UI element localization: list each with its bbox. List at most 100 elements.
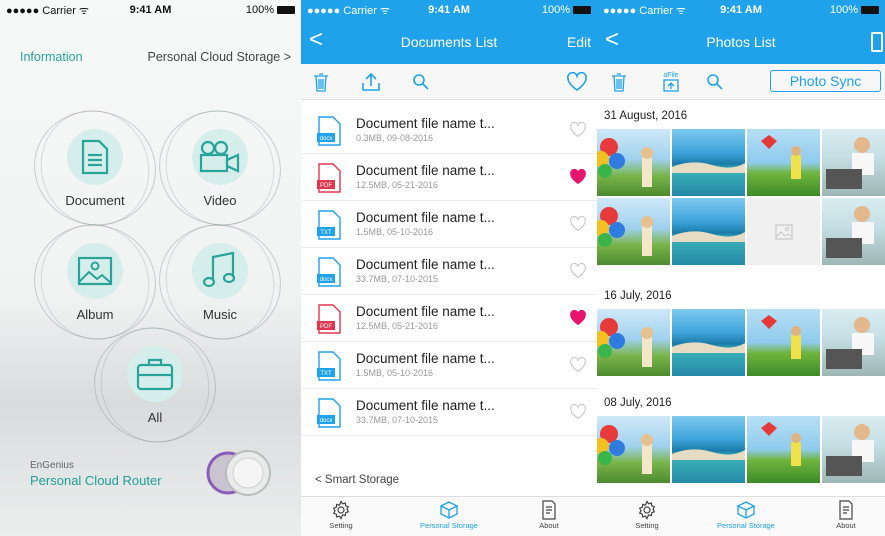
trash-icon[interactable] <box>607 70 631 94</box>
favorite-heart-icon[interactable] <box>569 310 587 326</box>
photo-thumbnail[interactable] <box>822 416 885 483</box>
file-type-icon: TXT <box>317 210 341 240</box>
document-row[interactable]: docx Document file name t... 33.7MB, 07-10… <box>301 389 597 436</box>
home-screen: ●●●●● Carrier ᯤ 9:41 AM 100% Information… <box>0 0 301 536</box>
photo-thumbnail[interactable] <box>747 129 820 196</box>
photo-thumbnail[interactable] <box>672 416 745 483</box>
document-meta: 12.5MB, 05-21-2016 <box>356 180 439 190</box>
photo-thumbnail[interactable] <box>597 129 670 196</box>
personal-cloud-storage-link[interactable]: Personal Cloud Storage > <box>148 50 292 64</box>
document-name: Document file name t... <box>356 116 495 131</box>
favorite-heart-icon[interactable] <box>569 263 587 279</box>
battery-percent: 100% <box>829 4 858 16</box>
status-bar: ●●●●● Carrier ᯤ 9:41 AM 100% <box>597 0 885 20</box>
battery-icon <box>277 6 295 14</box>
tab-label: About <box>836 521 856 530</box>
carrier-label: ●●●●● Carrier ᯤ <box>6 4 89 17</box>
tab-setting[interactable]: Setting <box>612 500 682 530</box>
gear-icon <box>638 500 656 520</box>
tile-document[interactable]: Document <box>21 94 169 242</box>
document-row[interactable]: docx Document file name t... 0.3MB, 09-08-… <box>301 107 597 154</box>
document-meta: 33.7MB, 07-10-2015 <box>356 274 439 284</box>
document-name: Document file name t... <box>356 163 495 178</box>
device-icon[interactable] <box>871 32 883 52</box>
photo-sync-button[interactable]: Photo Sync <box>770 70 881 92</box>
page-title: Documents List <box>400 34 498 50</box>
tab-personal-storage[interactable]: Personal Storage <box>711 500 781 530</box>
tile-all[interactable]: All <box>81 311 229 459</box>
tab-about[interactable]: About <box>811 500 881 530</box>
document-name: Document file name t... <box>356 210 495 225</box>
photo-thumbnail[interactable] <box>822 198 885 265</box>
photo-thumbnail[interactable] <box>672 309 745 376</box>
tile-album[interactable]: Album <box>21 208 169 356</box>
photo-thumbnail[interactable] <box>672 198 745 265</box>
status-bar: ●●●●● Carrier ᯤ 9:41 AM 100% <box>0 0 301 20</box>
photo-thumbnail[interactable] <box>597 198 670 265</box>
date-header: 16 July, 2016 <box>604 290 672 302</box>
smart-storage-link[interactable]: < Smart Storage <box>315 474 399 486</box>
date-header: 31 August, 2016 <box>604 110 688 122</box>
document-meta: 12.5MB, 05-21-2016 <box>356 321 439 331</box>
upload-icon[interactable] <box>359 70 383 94</box>
document-row[interactable]: docx Document file name t... 33.7MB, 07-10… <box>301 248 597 295</box>
document-name: Document file name t... <box>356 398 495 413</box>
edit-button[interactable]: Edit <box>567 34 591 50</box>
battery-icon <box>573 6 591 14</box>
tab-setting[interactable]: Setting <box>306 500 376 530</box>
tab-bar: Setting Personal Storage About <box>597 496 885 536</box>
back-button[interactable]: < <box>309 26 323 54</box>
battery-percent: 100% <box>245 4 274 16</box>
file-type-icon: docx <box>317 257 341 287</box>
favorite-heart-icon[interactable] <box>569 169 587 185</box>
document-row[interactable]: TXT Document file name t... 1.5MB, 05-10-2… <box>301 201 597 248</box>
photo-thumbnail[interactable] <box>672 129 745 196</box>
information-link[interactable]: Information <box>20 50 83 64</box>
photo-thumbnail[interactable] <box>597 416 670 483</box>
favorite-heart-icon[interactable] <box>569 122 587 138</box>
svg-text:docx: docx <box>320 136 333 142</box>
nav-bar: < Photos List <box>597 20 885 64</box>
favorite-heart-icon[interactable] <box>569 357 587 373</box>
photo-thumbnail[interactable] <box>822 129 885 196</box>
document-row[interactable]: PDF Document file name t... 12.5MB, 05-21-… <box>301 295 597 342</box>
documents-list: docx Document file name t... 0.3MB, 09-08-… <box>301 107 597 436</box>
tab-label: About <box>539 521 559 530</box>
file-type-icon: PDF <box>317 163 341 193</box>
document-meta: 0.3MB, 09-08-2016 <box>356 133 434 143</box>
tile-video[interactable]: Video <box>146 94 294 242</box>
document-row[interactable]: TXT Document file name t... 1.5MB, 05-10-2… <box>301 342 597 389</box>
favorites-heart-icon[interactable] <box>565 70 589 94</box>
gear-icon <box>332 500 350 520</box>
status-time: 9:41 AM <box>720 4 762 16</box>
search-icon[interactable] <box>409 70 433 94</box>
favorite-heart-icon[interactable] <box>569 216 587 232</box>
svg-text:TXT: TXT <box>320 230 332 236</box>
photo-thumbnail[interactable] <box>597 309 670 376</box>
document-meta: 1.5MB, 05-10-2016 <box>356 368 434 378</box>
tab-about[interactable]: About <box>514 500 584 530</box>
photo-thumbnail[interactable] <box>822 309 885 376</box>
tile-music[interactable]: Music <box>146 208 294 356</box>
trash-icon[interactable] <box>309 70 333 94</box>
photo-thumbnail[interactable] <box>747 309 820 376</box>
page-title: Photos List <box>706 34 776 50</box>
search-icon[interactable] <box>703 70 727 94</box>
document-name: Document file name t... <box>356 257 495 272</box>
photo-placeholder[interactable] <box>747 198 820 265</box>
document-meta: 33.7MB, 07-10-2015 <box>356 415 439 425</box>
tab-label: Personal Storage <box>420 521 478 530</box>
back-button[interactable]: < <box>605 26 619 54</box>
favorite-heart-icon[interactable] <box>569 404 587 420</box>
tab-personal-storage[interactable]: Personal Storage <box>414 500 484 530</box>
storage-box-icon <box>439 501 459 519</box>
battery-indicator: 100% <box>542 4 591 16</box>
svg-text:PDF: PDF <box>320 324 332 330</box>
photo-thumbnail[interactable] <box>747 416 820 483</box>
file-type-icon: docx <box>317 398 341 428</box>
svg-text:PDF: PDF <box>320 183 332 189</box>
tab-label: Personal Storage <box>717 521 775 530</box>
document-row[interactable]: PDF Document file name t... 12.5MB, 05-21-… <box>301 154 597 201</box>
afile-upload-icon[interactable]: aFile <box>659 70 683 94</box>
battery-indicator: 100% <box>246 4 295 16</box>
